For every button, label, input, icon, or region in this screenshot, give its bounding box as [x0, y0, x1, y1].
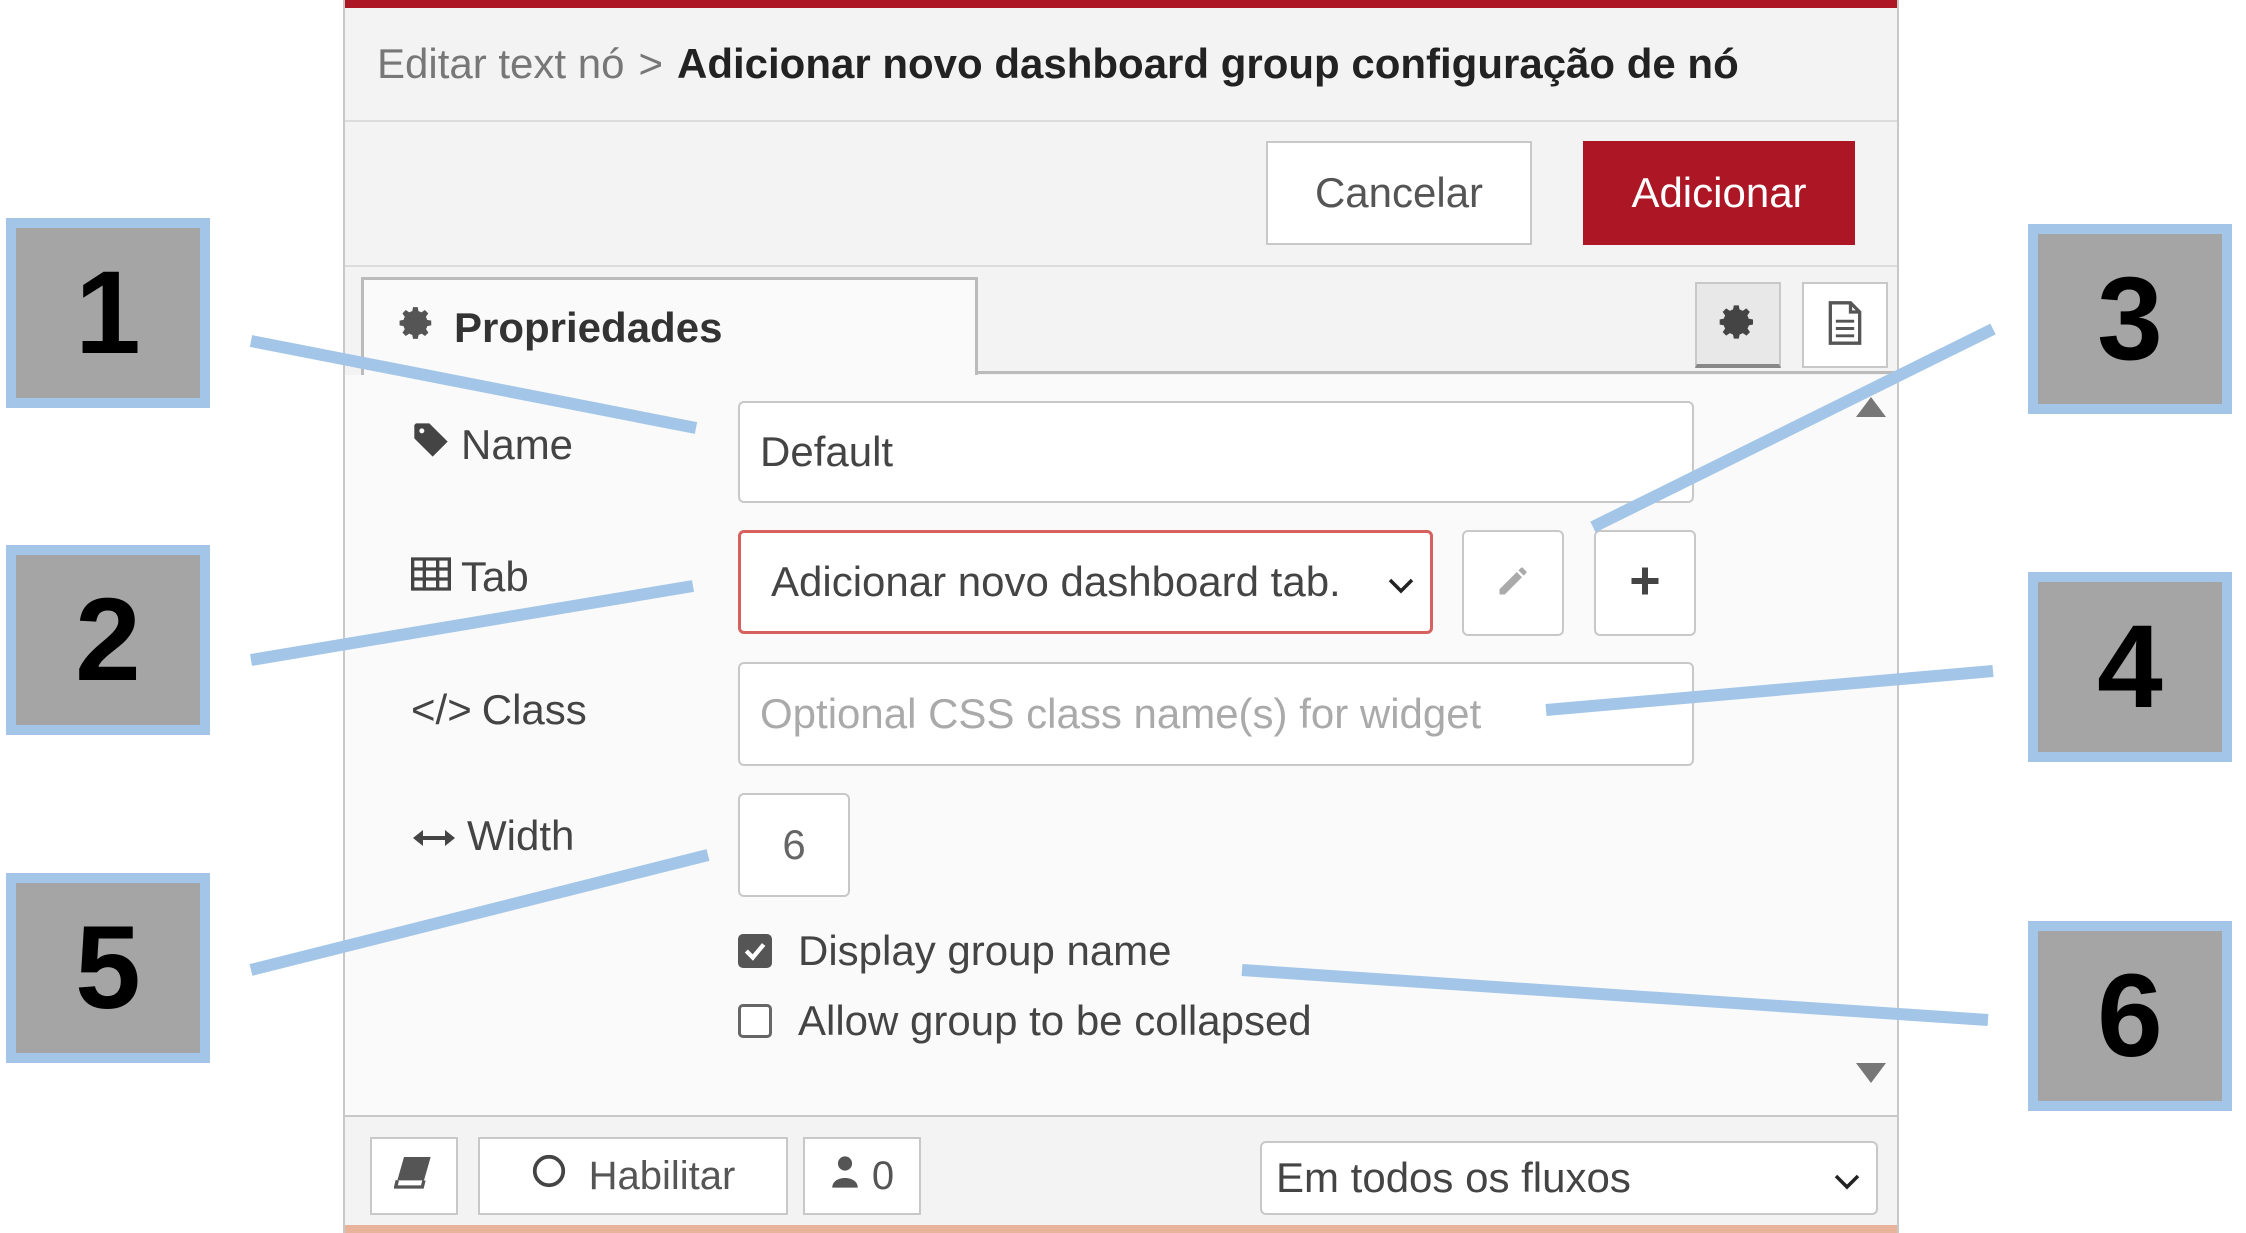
tab-select-value: Adicionar novo dashboard tab.: [771, 558, 1341, 605]
callout-5: 5: [6, 873, 210, 1063]
scroll-down-icon[interactable]: [1854, 1061, 1888, 1090]
scope-select[interactable]: Em todos os fluxos: [1260, 1141, 1878, 1215]
chevron-down-icon: [1386, 558, 1416, 606]
width-value: 6: [782, 821, 806, 868]
width-size-button[interactable]: 6: [738, 793, 850, 897]
users-count: 0: [871, 1153, 895, 1198]
width-label: Width: [411, 812, 574, 860]
name-label-text: Name: [461, 421, 574, 468]
enable-toggle-button[interactable]: Habilitar: [478, 1137, 788, 1215]
top-accent-bar: [345, 0, 1897, 8]
plus-icon: [1627, 563, 1663, 604]
gear-icon: [398, 304, 436, 352]
name-input-value: Default: [760, 428, 894, 475]
breadcrumb-parent[interactable]: Editar text nó: [377, 40, 624, 88]
allow-collapse-label: Allow group to be collapsed: [798, 997, 1312, 1044]
dialog-title-bar: Editar text nó > Adicionar novo dashboar…: [345, 8, 1897, 122]
tab-properties[interactable]: Propriedades: [361, 277, 978, 375]
tab-strip: Propriedades: [345, 267, 1897, 375]
breadcrumb-current: Adicionar novo dashboard group configura…: [677, 40, 1739, 87]
callout-6: 6: [2028, 921, 2232, 1111]
allow-collapse-checkbox[interactable]: [738, 1004, 772, 1038]
cancel-button[interactable]: Cancelar: [1266, 141, 1532, 245]
user-icon: [830, 1154, 860, 1199]
bottom-accent-bar: [345, 1225, 1897, 1233]
edit-tab-button[interactable]: [1462, 530, 1564, 636]
display-group-name-row[interactable]: Display group name: [738, 927, 1172, 975]
code-icon: </>: [411, 686, 472, 733]
settings-tab-button[interactable]: [1695, 282, 1781, 368]
callout-4: 4: [2028, 572, 2232, 762]
scope-select-value: Em todos os fluxos: [1276, 1154, 1631, 1201]
allow-collapse-row[interactable]: Allow group to be collapsed: [738, 997, 1312, 1045]
document-icon: [1825, 300, 1865, 350]
display-group-name-label: Display group name: [798, 927, 1172, 974]
callout-2: 2: [6, 545, 210, 735]
tag-icon: [411, 420, 451, 470]
tab-label: Tab: [411, 553, 529, 601]
class-label-text: Class: [481, 686, 587, 733]
enable-label: Habilitar: [588, 1153, 736, 1198]
tab-properties-label: Propriedades: [454, 303, 723, 351]
description-tab-button[interactable]: [1802, 282, 1888, 368]
class-label: </> Class: [411, 686, 587, 734]
tab-label-text: Tab: [461, 553, 529, 600]
add-tab-button[interactable]: [1594, 530, 1696, 636]
dialog-footer: Habilitar 0 Em todos os fluxos: [345, 1115, 1897, 1225]
circle-icon: [531, 1153, 567, 1199]
breadcrumb-separator: >: [638, 40, 663, 87]
chevron-down-icon: [1832, 1154, 1862, 1202]
name-label: Name: [411, 420, 573, 470]
width-label-text: Width: [467, 812, 575, 859]
add-button[interactable]: Adicionar: [1583, 141, 1855, 245]
arrows-horizontal-icon: [411, 812, 457, 860]
node-config-dialog: Editar text nó > Adicionar novo dashboar…: [343, 0, 1899, 1233]
class-input-placeholder: Optional CSS class name(s) for widget: [760, 690, 1482, 737]
tab-select[interactable]: Adicionar novo dashboard tab.: [738, 530, 1433, 634]
properties-form: Name Default Tab Adicionar novo dashboar…: [345, 375, 1897, 1115]
gear-icon: [1718, 302, 1758, 347]
dialog-button-row: Cancelar Adicionar: [345, 122, 1897, 267]
scroll-up-icon[interactable]: [1854, 395, 1888, 424]
name-input[interactable]: Default: [738, 401, 1694, 503]
class-input[interactable]: Optional CSS class name(s) for widget: [738, 662, 1694, 766]
users-button[interactable]: 0: [803, 1137, 921, 1215]
book-icon: [393, 1154, 434, 1199]
tab-divider: [977, 371, 1895, 374]
help-button[interactable]: [370, 1137, 458, 1215]
display-group-name-checkbox[interactable]: [738, 934, 772, 968]
callout-3: 3: [2028, 224, 2232, 414]
callout-1: 1: [6, 218, 210, 408]
pencil-icon: [1495, 563, 1531, 604]
table-icon: [411, 553, 451, 601]
